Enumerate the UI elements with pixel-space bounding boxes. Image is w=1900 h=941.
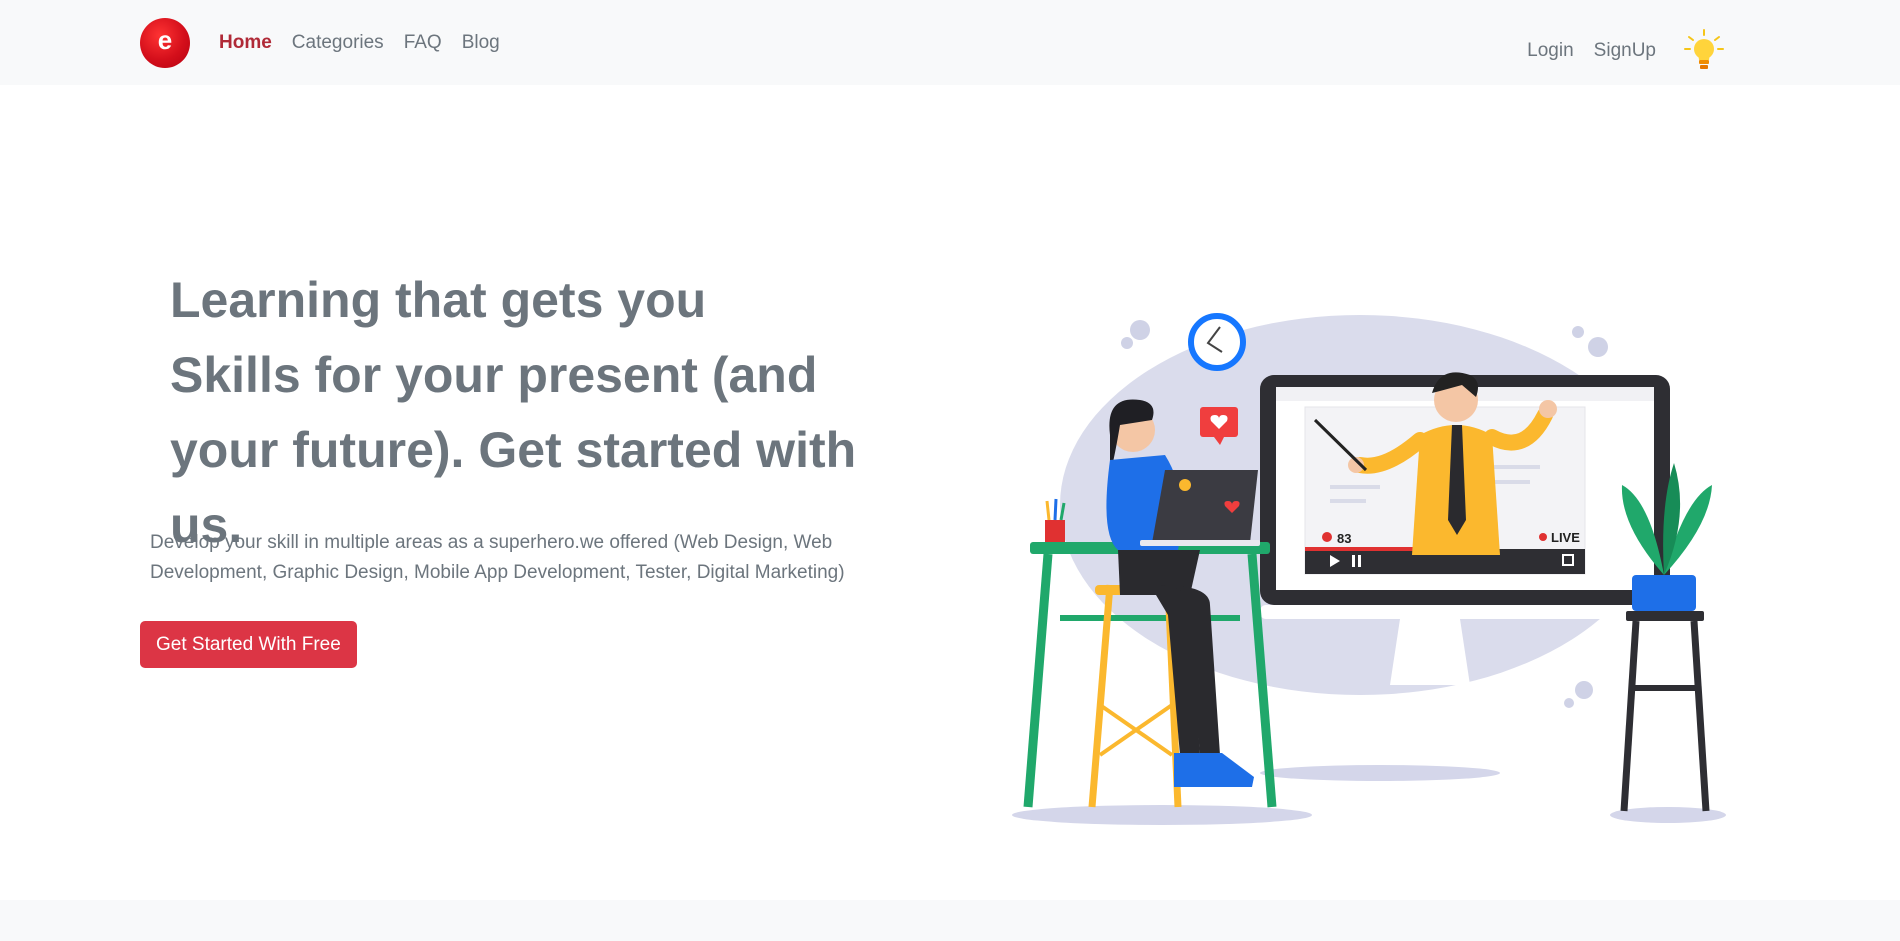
hero-section: Learning that gets you Skills for your p… (0, 85, 1900, 900)
pencil-cup (1045, 520, 1065, 542)
pause-icon (1352, 555, 1355, 567)
lightbulb-icon[interactable] (1684, 29, 1724, 73)
bg-dot (1121, 337, 1133, 349)
bg-dot (1588, 337, 1608, 357)
nav-link-blog[interactable]: Blog (462, 32, 500, 54)
viewer-icon (1322, 532, 1332, 542)
live-dot (1539, 533, 1547, 541)
get-started-button[interactable]: Get Started With Free (140, 621, 357, 668)
brand-logo[interactable]: e (140, 18, 190, 68)
bg-dot (1564, 698, 1574, 708)
login-link[interactable]: Login (1527, 40, 1574, 62)
viewer-count: 83 (1337, 531, 1351, 546)
nav-link-categories[interactable]: Categories (292, 32, 384, 54)
nav-link-faq[interactable]: FAQ (404, 32, 442, 54)
bg-dot (1130, 320, 1150, 340)
floor-shadow (1012, 805, 1312, 825)
hero-description: Develop your skill in multiple areas as … (150, 532, 845, 583)
laptop (1152, 470, 1258, 543)
hero-headline: Learning that gets you Skills for your p… (170, 263, 930, 563)
footer-strip (0, 900, 1900, 941)
signup-link[interactable]: SignUp (1594, 40, 1656, 62)
live-label: LIVE (1551, 530, 1580, 545)
stool-top (1626, 611, 1704, 621)
nav-right: Login SignUp (1527, 29, 1724, 73)
navbar: e Home Categories FAQ Blog Login SignUp (0, 0, 1900, 85)
plant-pot (1632, 575, 1696, 611)
nav-link-home[interactable]: Home (219, 32, 272, 54)
nav-links: Home Categories FAQ Blog (219, 32, 500, 54)
clock-icon (1188, 313, 1246, 371)
bg-dot (1572, 326, 1584, 338)
floor-shadow (1260, 765, 1500, 781)
headline-line-1: Learning that gets you (170, 272, 707, 328)
hero-illustration: 83 LIVE (1012, 313, 1726, 825)
bg-dot (1575, 681, 1593, 699)
